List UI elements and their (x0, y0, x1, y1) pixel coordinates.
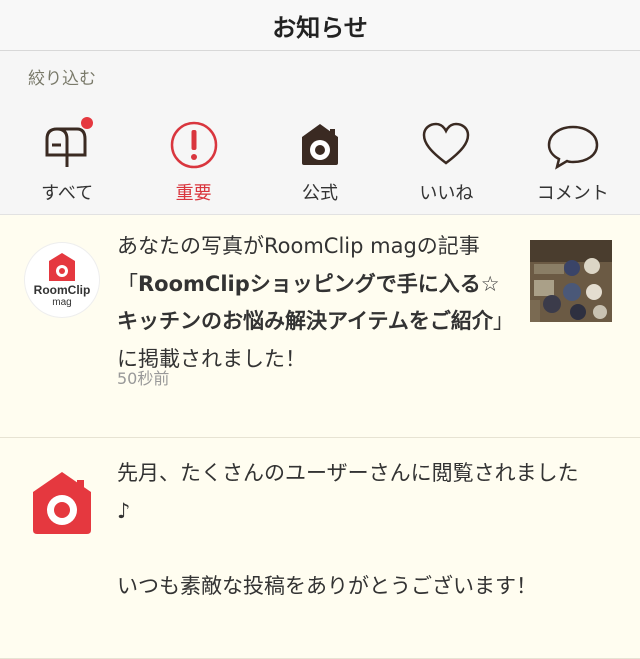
timestamp: 50秒前 (117, 369, 170, 388)
article-title: RoomClipショッピングで手に入る☆キッチンのお悩み解決アイテムをご紹介 (117, 271, 500, 334)
filter-all[interactable]: すべて (12, 115, 122, 205)
heart-icon (416, 115, 476, 175)
notification-item[interactable]: 先月、たくさんのユーザーさんに閲覧されました♪ いつも素敵な投稿をありがとうござ… (0, 438, 640, 659)
app-header: お知らせ (0, 0, 640, 51)
mag-logo-text: mag (52, 297, 71, 308)
exclamation-circle-icon (164, 115, 224, 175)
photo-thumbnail[interactable] (530, 240, 612, 322)
roomclip-logo-text: RoomClip (34, 283, 91, 297)
page-title: お知らせ (272, 13, 368, 42)
filter-important-label: 重要 (175, 183, 212, 204)
filter-important[interactable]: 重要 (139, 115, 249, 205)
filter-official[interactable]: 公式 (265, 115, 375, 205)
filter-comments-label: コメント (536, 183, 609, 204)
mailbox-icon (37, 115, 97, 175)
notification-text: あなたの写真がRoomClip magの記事「RoomClipショッピングで手に… (117, 234, 504, 371)
roomclip-mag-avatar: RoomClip mag (25, 243, 99, 317)
filter-likes[interactable]: いいね (391, 115, 501, 205)
filter-bar: 絞り込む すべて 重要 公式 いいね コメント (0, 51, 640, 215)
house-camera-icon (290, 115, 350, 175)
roomclip-official-avatar (25, 466, 99, 540)
filter-all-label: すべて (41, 183, 94, 204)
filter-comments[interactable]: コメント (518, 115, 628, 205)
filter-items: すべて 重要 公式 いいね コメント (0, 115, 640, 205)
filter-label: 絞り込む (28, 69, 96, 89)
speech-bubble-icon (543, 115, 603, 175)
filter-official-label: 公式 (301, 183, 338, 204)
notification-text: 先月、たくさんのユーザーさんに閲覧されました♪ いつも素敵な投稿をありがとうござ… (117, 461, 579, 598)
filter-likes-label: いいね (419, 183, 474, 204)
